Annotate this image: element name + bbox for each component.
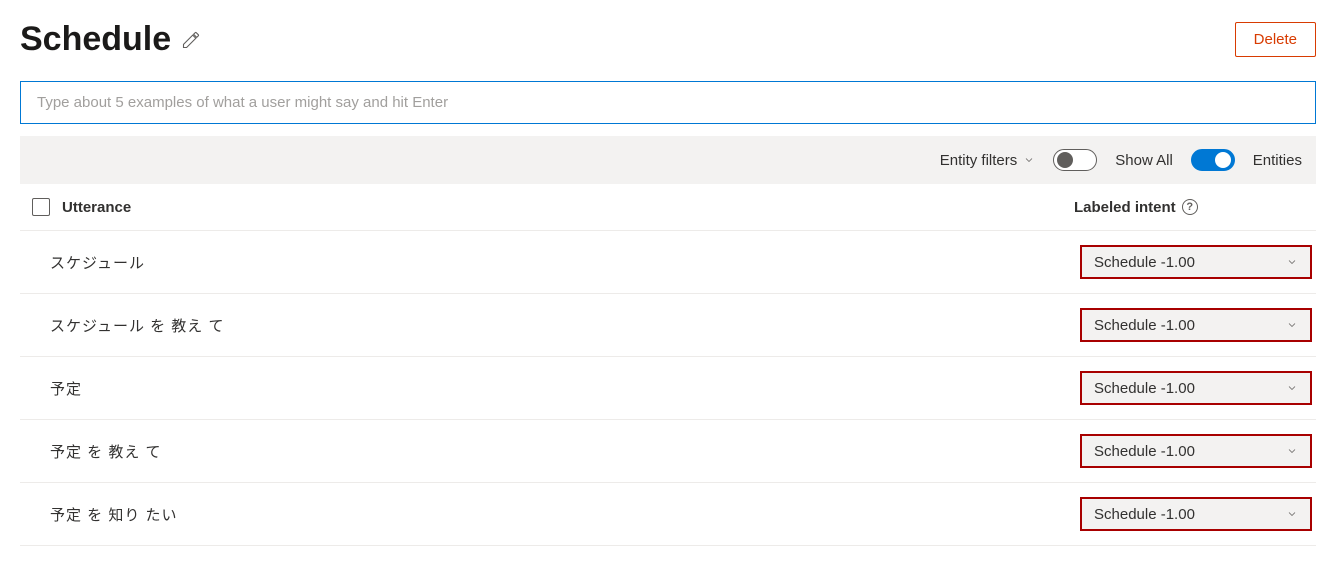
list-header-row: Utterance Labeled intent ?	[20, 184, 1316, 231]
labeled-intent-value: Schedule -1.00	[1094, 317, 1195, 334]
toggle-knob	[1057, 152, 1073, 168]
labeled-intent-dropdown[interactable]: Schedule -1.00	[1080, 497, 1312, 531]
utterance-text[interactable]: 予定 を 知り たい	[20, 504, 1080, 525]
entities-label: Entities	[1253, 152, 1302, 169]
show-all-toggle[interactable]	[1053, 149, 1097, 171]
column-header-utterance[interactable]: Utterance	[62, 199, 1074, 216]
page-title: Schedule	[20, 20, 171, 59]
labeled-intent-dropdown[interactable]: Schedule -1.00	[1080, 434, 1312, 468]
utterance-text[interactable]: 予定 を 教え て	[20, 441, 1080, 462]
chevron-down-icon	[1286, 319, 1298, 331]
chevron-down-icon	[1286, 382, 1298, 394]
chevron-down-icon	[1286, 508, 1298, 520]
title-wrap: Schedule	[20, 20, 201, 59]
labeled-intent-dropdown[interactable]: Schedule -1.00	[1080, 308, 1312, 342]
list-item[interactable]: 予定 Schedule -1.00	[20, 357, 1316, 420]
page-header: Schedule Delete	[20, 20, 1316, 59]
utterance-input[interactable]	[20, 81, 1316, 124]
column-header-labeled-intent[interactable]: Labeled intent ?	[1074, 199, 1312, 216]
list-item[interactable]: スケジュール を 教え て Schedule -1.00	[20, 294, 1316, 357]
select-all-checkbox[interactable]	[32, 198, 50, 216]
labeled-intent-dropdown[interactable]: Schedule -1.00	[1080, 371, 1312, 405]
utterance-list: スケジュール Schedule -1.00 スケジュール を 教え て Sche…	[20, 231, 1316, 546]
show-all-label: Show All	[1115, 152, 1173, 169]
utterance-text[interactable]: 予定	[20, 378, 1080, 399]
labeled-intent-value: Schedule -1.00	[1094, 254, 1195, 271]
pencil-icon	[181, 30, 201, 50]
entity-filters-label: Entity filters	[940, 152, 1018, 169]
labeled-intent-value: Schedule -1.00	[1094, 443, 1195, 460]
toggle-knob	[1215, 152, 1231, 168]
delete-button[interactable]: Delete	[1235, 22, 1316, 57]
chevron-down-icon	[1286, 256, 1298, 268]
chevron-down-icon	[1286, 445, 1298, 457]
labeled-intent-value: Schedule -1.00	[1094, 506, 1195, 523]
labeled-intent-value: Schedule -1.00	[1094, 380, 1195, 397]
list-toolbar: Entity filters Show All Entities	[20, 136, 1316, 184]
entity-filters-dropdown[interactable]: Entity filters	[940, 152, 1036, 169]
help-icon[interactable]: ?	[1182, 199, 1198, 215]
utterance-text[interactable]: スケジュール を 教え て	[20, 315, 1080, 336]
list-item[interactable]: スケジュール Schedule -1.00	[20, 231, 1316, 294]
chevron-down-icon	[1023, 154, 1035, 166]
entities-toggle[interactable]	[1191, 149, 1235, 171]
column-header-labeled-intent-text: Labeled intent	[1074, 199, 1176, 216]
edit-title-button[interactable]	[181, 30, 201, 50]
list-item[interactable]: 予定 を 教え て Schedule -1.00	[20, 420, 1316, 483]
list-item[interactable]: 予定 を 知り たい Schedule -1.00	[20, 483, 1316, 546]
utterance-text[interactable]: スケジュール	[20, 252, 1080, 273]
labeled-intent-dropdown[interactable]: Schedule -1.00	[1080, 245, 1312, 279]
